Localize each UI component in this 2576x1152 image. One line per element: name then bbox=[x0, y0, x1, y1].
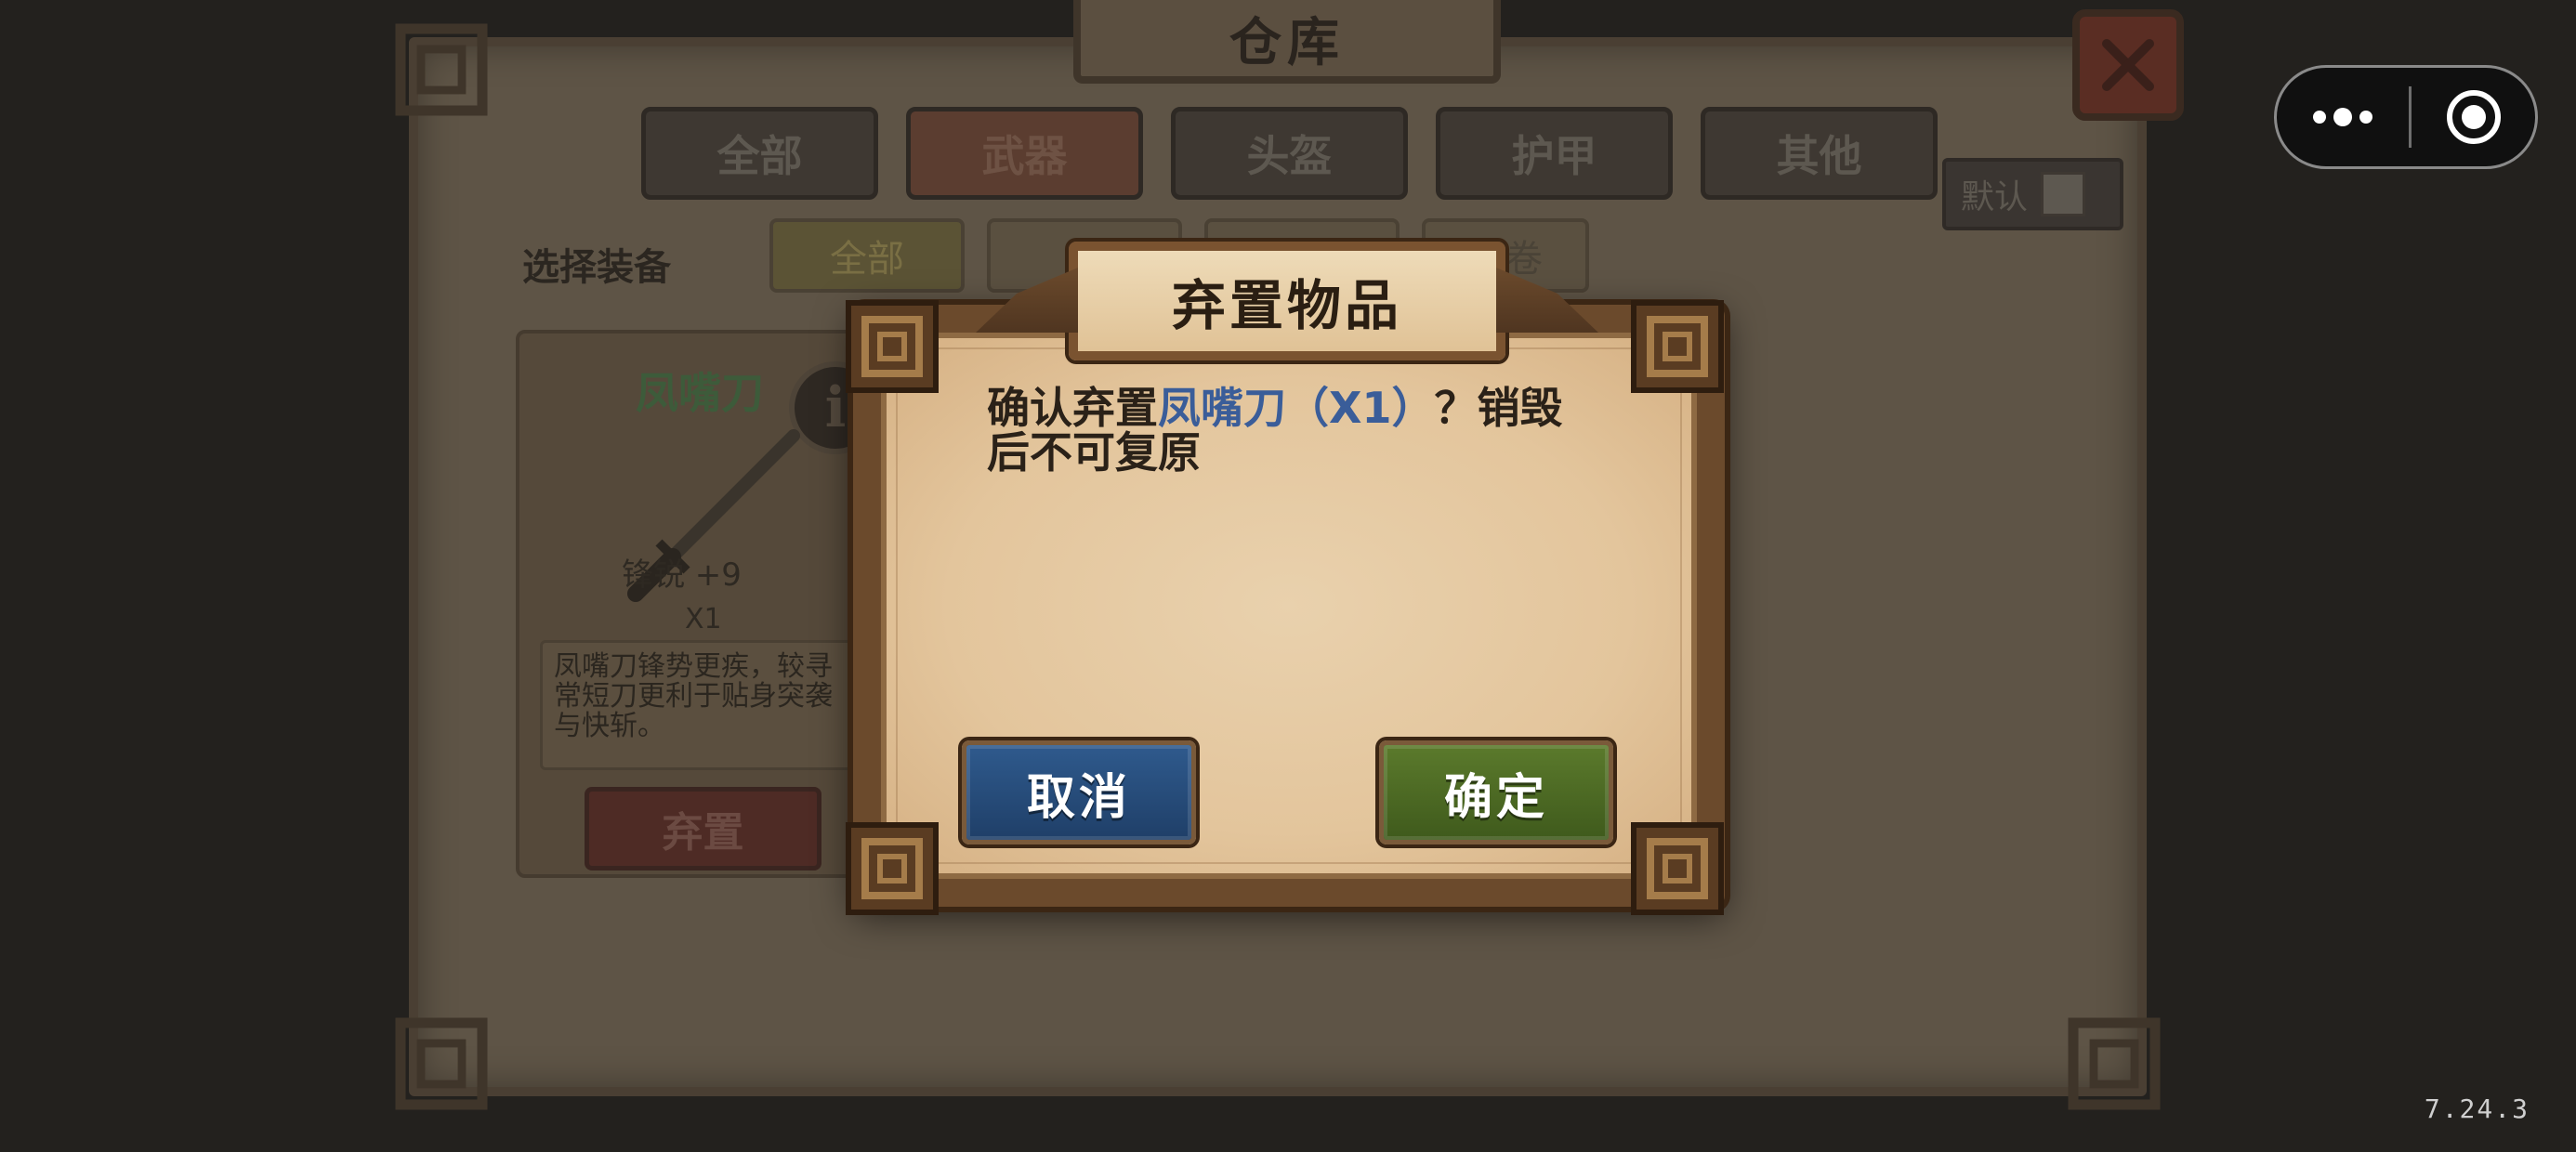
tab-helmets[interactable]: 头盔 bbox=[1171, 107, 1408, 200]
corner-knot-icon bbox=[2063, 1013, 2165, 1115]
corner-knot-icon bbox=[832, 286, 953, 407]
tab-other[interactable]: 其他 bbox=[1701, 107, 1938, 200]
corner-knot-icon bbox=[832, 808, 953, 929]
warehouse-title-plate: 仓库 bbox=[1073, 0, 1501, 84]
message-prefix: 确认弃置 bbox=[987, 383, 1158, 433]
select-equipment-label: 选择装备 bbox=[522, 246, 671, 289]
close-icon bbox=[2102, 39, 2154, 91]
warehouse-close-button[interactable] bbox=[2072, 9, 2184, 121]
tab-all[interactable]: 全部 bbox=[641, 107, 878, 200]
miniprogram-capsule bbox=[2274, 65, 2538, 169]
item-stat: 锋锐 +9 bbox=[622, 556, 742, 594]
corner-knot-icon bbox=[390, 1013, 493, 1115]
corner-knot-icon bbox=[390, 19, 493, 121]
item-card[interactable]: 凤嘴刀 i 锋锐 +9 X1 凤嘴刀锋势更疾，较寻常短刀更利于贴身突袭与快斩。 … bbox=[516, 330, 887, 878]
dialog-title: 弃置物品 bbox=[1171, 274, 1402, 337]
item-name: 凤嘴刀 bbox=[636, 368, 764, 418]
dialog-message: 确认弃置凤嘴刀（X1）？销毁后不可复原 bbox=[987, 386, 1582, 475]
discard-button[interactable]: 弃置 bbox=[585, 787, 821, 871]
exit-button[interactable] bbox=[2412, 87, 2535, 147]
item-count: X1 bbox=[685, 603, 722, 635]
subtab-all[interactable]: 全部 bbox=[769, 218, 965, 293]
dialog-title-plate: 弃置物品 bbox=[1069, 242, 1505, 360]
version-label: 7.24.3 bbox=[2424, 1093, 2530, 1124]
more-button[interactable] bbox=[2277, 106, 2409, 128]
confirm-button[interactable]: 确定 bbox=[1379, 740, 1613, 844]
corner-knot-icon bbox=[1617, 808, 1738, 929]
default-label: 默认 bbox=[1961, 178, 2029, 216]
message-item-name: 凤嘴刀 bbox=[1158, 383, 1286, 433]
cancel-button[interactable]: 取消 bbox=[962, 740, 1196, 844]
default-sort-toggle[interactable]: 默认 bbox=[1942, 158, 2123, 230]
warehouse-title: 仓库 bbox=[1229, 11, 1345, 73]
corner-knot-icon bbox=[1617, 286, 1738, 407]
more-dots-icon bbox=[2313, 108, 2372, 126]
target-circle-icon bbox=[2446, 90, 2501, 144]
category-tabs: 全部 武器 头盔 护甲 其他 bbox=[641, 107, 1938, 200]
message-item-qty: （X1） bbox=[1286, 383, 1435, 433]
tab-armor[interactable]: 护甲 bbox=[1436, 107, 1673, 200]
default-checkbox[interactable] bbox=[2041, 172, 2086, 216]
item-description: 凤嘴刀锋势更疾，较寻常短刀更利于贴身突袭与快斩。 bbox=[540, 640, 870, 770]
tab-weapons[interactable]: 武器 bbox=[906, 107, 1143, 200]
